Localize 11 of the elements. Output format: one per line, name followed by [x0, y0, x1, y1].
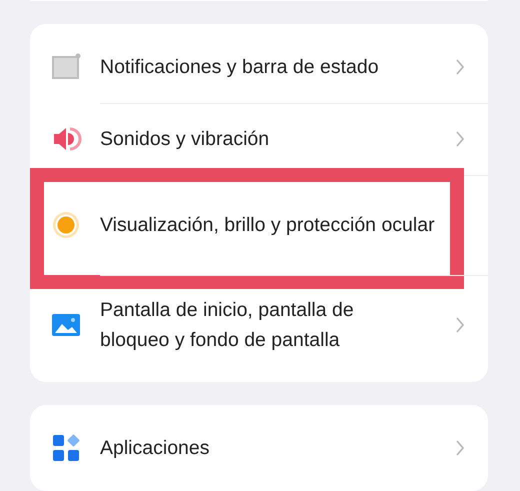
apps-grid-icon: [50, 432, 82, 464]
item-label: Aplicaciones: [100, 436, 210, 461]
chevron-right-icon: [456, 317, 464, 333]
item-label: Sonidos y vibración: [100, 127, 270, 152]
chevron-right-icon: [456, 131, 464, 147]
chevron-right-icon: [456, 440, 464, 456]
chevron-right-icon: [456, 59, 464, 75]
item-label: Notificaciones y barra de estado: [100, 55, 380, 80]
item-label: Visualización, brillo y protección ocular: [100, 213, 436, 238]
item-label: Pantalla de inicio, pantalla de bloqueo y fondo de pantalla: [100, 298, 355, 353]
sun-icon: [50, 209, 82, 241]
